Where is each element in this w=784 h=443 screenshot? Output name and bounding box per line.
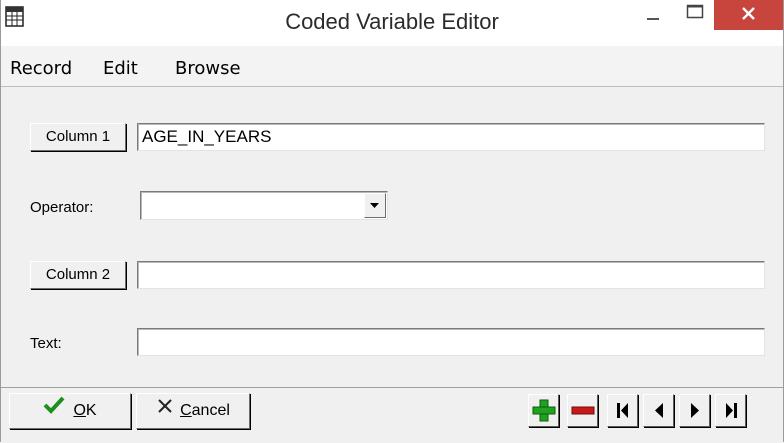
- menu-bar: Record Edit Browse: [1, 46, 783, 87]
- operator-select[interactable]: [140, 191, 388, 220]
- ok-button[interactable]: OK: [9, 393, 131, 429]
- ok-label: OK: [73, 402, 97, 419]
- title-bar[interactable]: Coded Variable Editor: [1, 0, 783, 46]
- close-x-icon: [156, 394, 174, 428]
- menu-edit[interactable]: Edit: [103, 58, 138, 79]
- minimize-button[interactable]: [631, 0, 675, 30]
- cancel-button[interactable]: Cancel: [136, 393, 250, 429]
- column2-button[interactable]: Column 2: [30, 261, 126, 289]
- button-bar: OK Cancel: [1, 387, 783, 443]
- first-record-button[interactable]: [607, 394, 638, 427]
- close-icon: [714, 7, 783, 34]
- operator-label: Operator:: [30, 199, 94, 216]
- checkmark-icon: [43, 394, 65, 428]
- last-record-button[interactable]: [715, 394, 746, 427]
- column1-field[interactable]: AGE_IN_YEARS: [137, 123, 765, 151]
- maximize-button[interactable]: [677, 0, 713, 30]
- maximize-icon: [677, 4, 713, 34]
- next-record-button[interactable]: [679, 394, 710, 427]
- close-button[interactable]: [714, 0, 783, 30]
- editor-form: Column 1 AGE_IN_YEARS Operator: Column 2…: [1, 87, 783, 387]
- text-label: Text:: [30, 335, 62, 352]
- menu-record[interactable]: Record: [10, 58, 72, 79]
- delete-record-button[interactable]: [567, 394, 598, 427]
- cancel-label: Cancel: [180, 402, 230, 419]
- menu-browse[interactable]: Browse: [175, 58, 241, 79]
- minimize-icon: [631, 17, 675, 34]
- dropdown-button[interactable]: [364, 193, 386, 218]
- column1-button[interactable]: Column 1: [30, 123, 126, 151]
- previous-record-button[interactable]: [643, 394, 674, 427]
- coded-variable-editor-window: Coded Variable Editor Record Edit Browse…: [0, 0, 784, 443]
- column2-field[interactable]: [137, 261, 765, 289]
- add-record-button[interactable]: [528, 394, 559, 427]
- text-field[interactable]: [137, 328, 765, 356]
